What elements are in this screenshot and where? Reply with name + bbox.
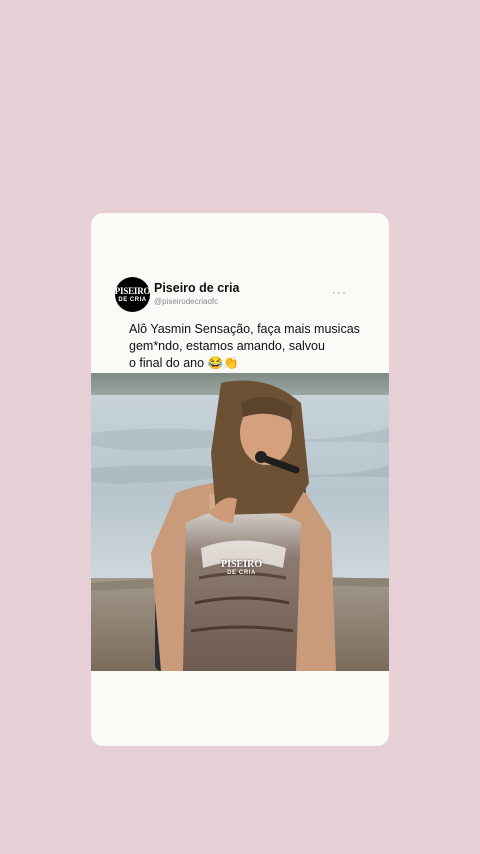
tweet-header: PISEIRO DE CRIA Piseiro de cria @piseiro… bbox=[115, 277, 365, 313]
video-frame-illustration bbox=[91, 373, 389, 671]
avatar-logo-line1: PISEIRO bbox=[114, 285, 151, 296]
tweet-media-video[interactable]: PISEIRO DE CRIA bbox=[91, 373, 389, 671]
author-info: Piseiro de cria @piseirodecriaofc bbox=[154, 281, 239, 307]
watermark-line1: PISEIRO bbox=[221, 559, 263, 570]
more-options-icon[interactable]: ··· bbox=[332, 285, 347, 299]
avatar[interactable]: PISEIRO DE CRIA bbox=[114, 277, 151, 312]
tweet-card: PISEIRO DE CRIA Piseiro de cria @piseiro… bbox=[91, 213, 389, 746]
avatar-logo-line2: DE CRIA bbox=[118, 296, 147, 303]
watermark-line2: DE CRIA bbox=[227, 570, 256, 576]
username-handle[interactable]: @piseirodecriaofc bbox=[154, 296, 239, 307]
video-watermark: PISEIRO DE CRIA bbox=[221, 559, 263, 577]
display-name[interactable]: Piseiro de cria bbox=[154, 281, 239, 296]
story-background: { "post": { "display_name": "Piseiro de … bbox=[0, 0, 480, 854]
tweet-text: Alô Yasmin Sensação, faça mais musicas g… bbox=[129, 322, 360, 370]
